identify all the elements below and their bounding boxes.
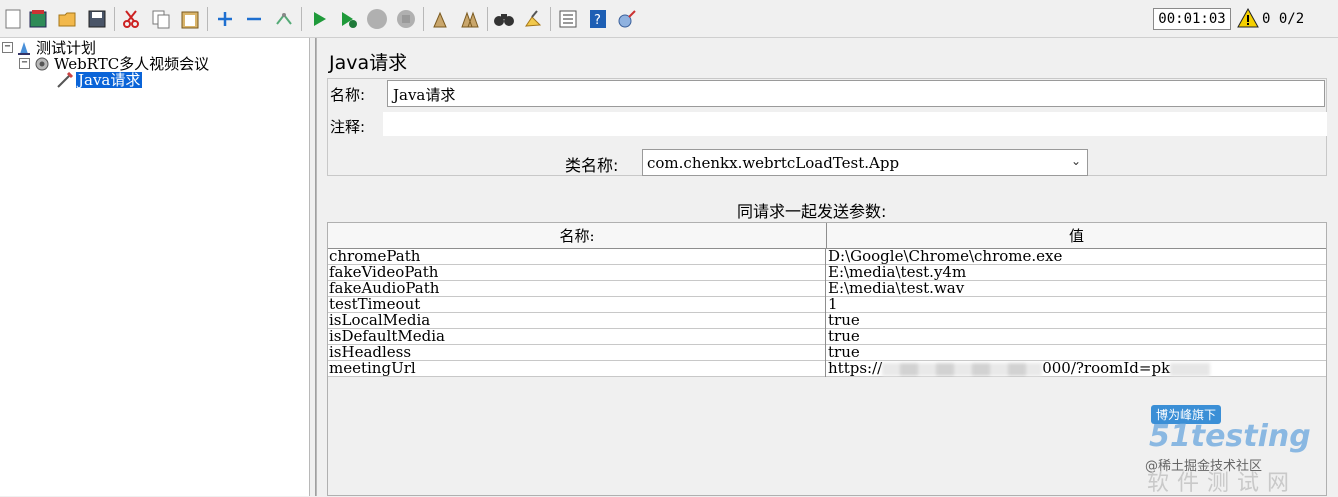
test-plan-icon [18,41,30,55]
table-row[interactable]: fakeAudioPath E:\media\test.wav [328,281,1326,297]
svg-text:?: ? [594,13,601,28]
table-row[interactable]: chromePath D:\Google\Chrome\chrome.exe [328,249,1326,265]
elapsed-timer: 00:01:03 [1153,8,1231,30]
redacted-blur [882,362,1043,376]
redacted-blur [1170,362,1211,376]
classname-label: 类名称: [565,156,619,175]
watermark-logo: 51testing [1149,419,1311,454]
tree-label-selected: Java请求 [76,70,143,89]
save-icon[interactable] [86,8,108,30]
sampler-icon [57,71,74,88]
param-value[interactable]: true [827,345,1326,361]
param-value-meeting-url[interactable]: https:// 000/?roomId=pk [827,361,1326,377]
tree-node-java-request[interactable]: Java请求 [56,70,143,89]
cut-icon[interactable] [120,8,142,30]
table-row[interactable]: isLocalMedia true [328,313,1326,329]
table-row[interactable]: isDefaultMedia true [328,329,1326,345]
param-name[interactable]: isLocalMedia [328,313,826,329]
help-icon[interactable]: ? [587,8,609,30]
table-row[interactable]: fakeVideoPath E:\media\test.y4m [328,265,1326,281]
tree-node-test-plan[interactable]: − 测试计划 [2,39,96,56]
start-icon[interactable] [308,8,330,30]
toggle-icon[interactable] [273,8,295,30]
active-threads: 0/2 [1278,11,1305,27]
url-prefix: https:// [828,361,883,377]
clear-all-icon[interactable] [459,8,481,30]
collapse-icon[interactable] [243,8,265,30]
name-label: 名称: [330,86,366,104]
param-value[interactable]: 1 [827,297,1326,313]
param-value[interactable]: E:\media\test.wav [827,281,1326,297]
warning-icon[interactable] [1237,7,1259,32]
chevron-down-icon[interactable]: ⌄ [1071,154,1081,168]
param-value[interactable]: true [827,313,1326,329]
collapse-toggle-icon[interactable]: − [19,58,30,69]
table-row[interactable]: testTimeout 1 [328,297,1326,313]
column-header-value[interactable]: 值 [827,223,1326,249]
toolbar: ? 00:01:03 0 0/2 [0,0,1338,38]
comment-input[interactable] [383,112,1327,136]
thread-counts: 0 0/2 [1262,9,1304,29]
param-name[interactable]: isHeadless [328,345,826,361]
table-row[interactable]: meetingUrl https:// 000/?roomId=pk [328,361,1326,377]
param-name[interactable]: testTimeout [328,297,826,313]
expand-icon[interactable] [214,8,236,30]
reset-search-icon[interactable] [522,8,544,30]
url-middle: 000/?roomId=pk [1042,361,1171,377]
remote-icon[interactable] [616,8,638,30]
param-value[interactable]: true [827,329,1326,345]
classname-select[interactable]: com.chenkx.webrtcLoadTest.App ⌄ [642,149,1088,176]
classname-value: com.chenkx.webrtcLoadTest.App [647,154,900,172]
param-name[interactable]: chromePath [328,249,826,265]
start-no-pause-icon[interactable] [337,8,359,30]
table-row[interactable]: isHeadless true [328,345,1326,361]
watermark: 博为峰旗下 51testing @稀土掘金技术社区 软件测试网 [1145,405,1335,496]
param-name[interactable]: fakeVideoPath [328,265,826,281]
param-name[interactable]: meetingUrl [328,361,826,377]
paste-icon[interactable] [179,8,201,30]
param-name[interactable]: fakeAudioPath [328,281,826,297]
column-header-name[interactable]: 名称: [328,223,827,249]
open-icon[interactable] [56,8,78,30]
test-plan-tree: − 测试计划 − WebRTC多人视频会议 Java请求 [0,38,310,496]
comment-label: 注释: [330,118,366,136]
collapse-toggle-icon[interactable]: − [2,42,13,53]
table-body: chromePath D:\Google\Chrome\chrome.exe f… [328,249,1326,377]
param-name[interactable]: isDefaultMedia [328,329,826,345]
page-title: Java请求 [329,52,408,74]
new-icon[interactable] [2,8,24,30]
function-helper-icon[interactable] [557,8,579,30]
warning-count: 0 [1262,11,1271,27]
clear-icon[interactable] [429,8,451,30]
param-value[interactable]: D:\Google\Chrome\chrome.exe [827,249,1326,265]
stop-icon[interactable] [366,8,388,30]
name-input[interactable]: Java请求 [387,80,1325,107]
params-caption: 同请求一起发送参数: [737,202,887,221]
tree-label: WebRTC多人视频会议 [54,54,210,73]
thread-group-icon [35,57,49,70]
tree-label: 测试计划 [36,38,97,57]
shutdown-icon[interactable] [395,8,417,30]
param-value[interactable]: E:\media\test.y4m [827,265,1326,281]
copy-icon[interactable] [150,8,172,30]
tree-node-thread-group[interactable]: − WebRTC多人视频会议 [19,55,209,72]
table-header: 名称: 值 [328,223,1326,249]
search-icon[interactable] [493,8,515,30]
templates-icon[interactable] [27,8,49,30]
watermark-site: 软件测试网 [1147,471,1298,496]
